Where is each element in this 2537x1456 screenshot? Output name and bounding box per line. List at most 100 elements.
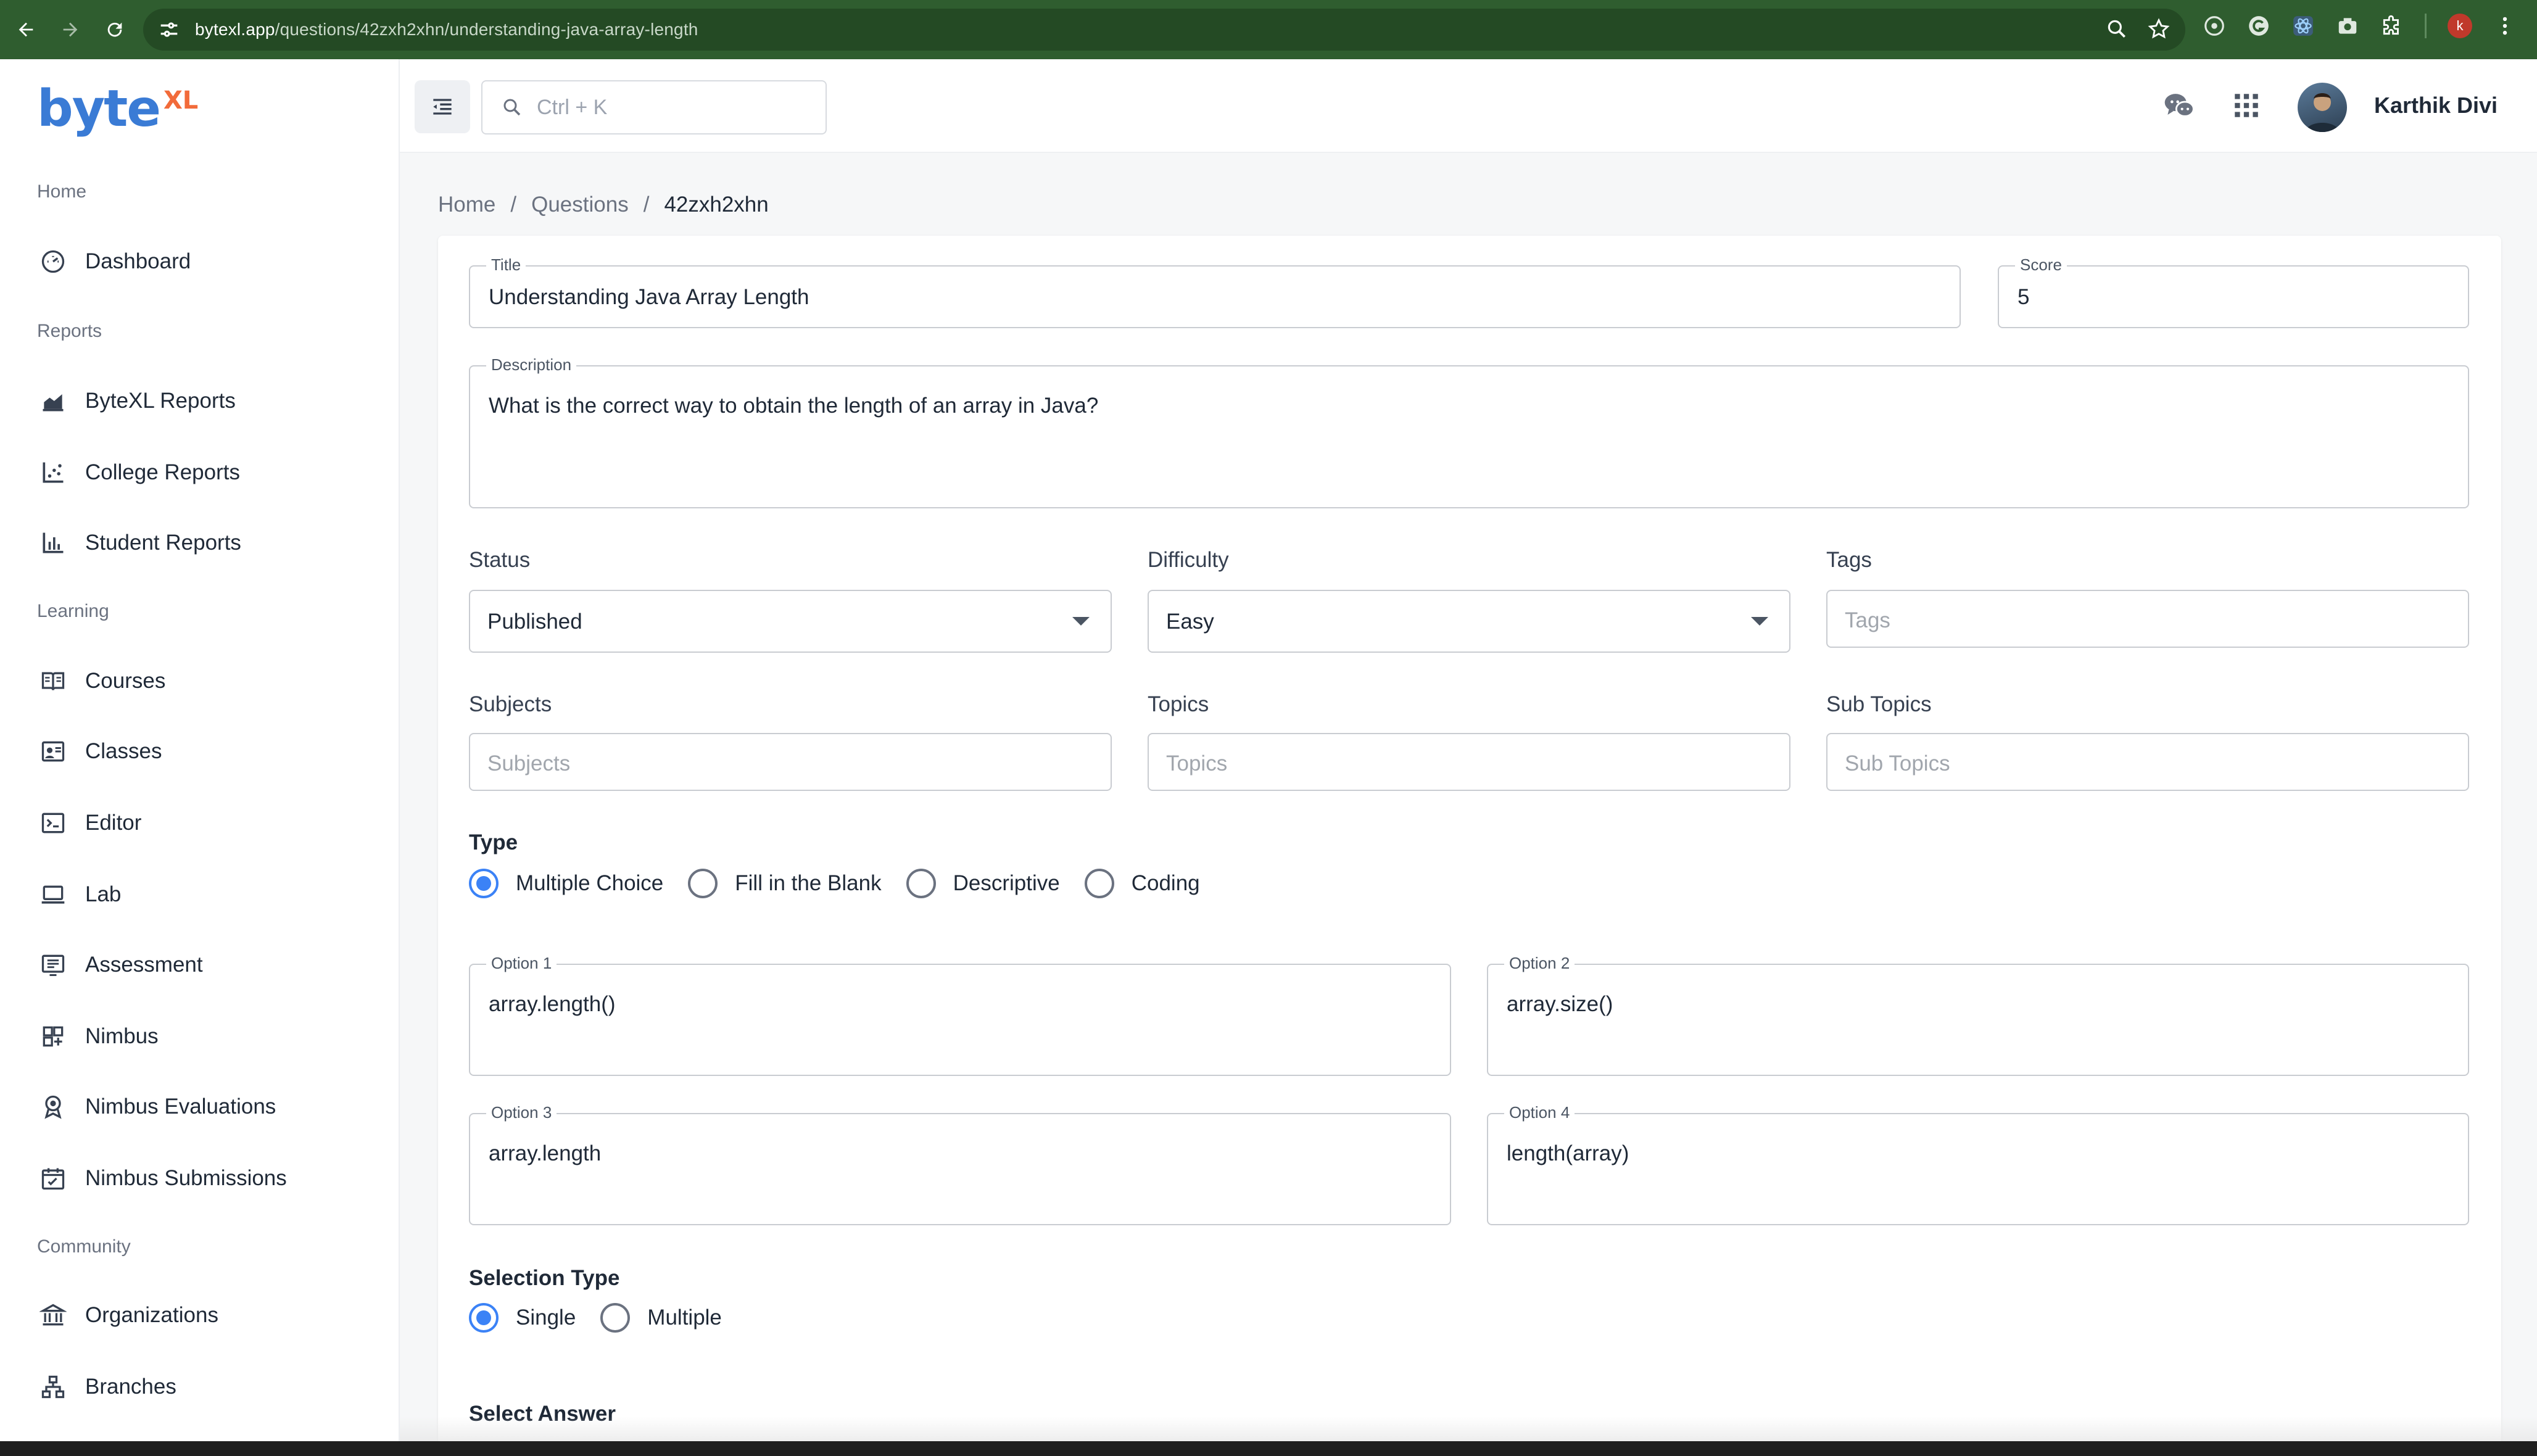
score-field[interactable]: Score 5: [1998, 255, 2469, 328]
option-1-field[interactable]: Option 1 array.length(): [469, 954, 1451, 1076]
sidebar-item-label: Dashboard: [85, 249, 191, 273]
difficulty-label: Difficulty: [1148, 548, 1229, 572]
radio-label: Single: [516, 1305, 576, 1330]
radio-label: Multiple Choice: [516, 871, 664, 895]
grammarly-icon[interactable]: [2247, 14, 2270, 38]
avatar[interactable]: [2298, 83, 2347, 132]
radio-checked-icon[interactable]: [469, 869, 499, 898]
badge-icon: [44, 1095, 62, 1119]
sidebar-item-label: College Reports: [85, 460, 240, 484]
subtopics-input[interactable]: Sub Topics: [1826, 733, 2469, 791]
react-devtools-icon[interactable]: [2291, 14, 2315, 38]
search-placeholder: Ctrl + K: [537, 95, 608, 119]
status-select[interactable]: Published: [469, 590, 1112, 653]
sidebar-item-bytexl-reports[interactable]: ByteXL Reports: [39, 383, 236, 420]
subjects-label: Subjects: [469, 692, 552, 716]
more-vert-icon[interactable]: [2493, 14, 2517, 38]
site-settings-icon[interactable]: [157, 17, 181, 42]
type-option-descriptive[interactable]: Descriptive: [906, 869, 1060, 898]
apps-grid-icon[interactable]: [2231, 90, 2262, 121]
difficulty-select[interactable]: Easy: [1148, 590, 1790, 653]
radio-label: Multiple: [647, 1305, 722, 1330]
title-field[interactable]: Title Understanding Java Array Length: [469, 255, 1961, 328]
radio-checked-icon[interactable]: [469, 1303, 499, 1333]
type-label: Type: [469, 830, 518, 854]
search-icon: [503, 99, 521, 116]
topics-input[interactable]: Topics: [1148, 733, 1790, 791]
user-name[interactable]: Karthik Divi: [2374, 93, 2498, 118]
chevron-down-icon: [1072, 617, 1090, 626]
type-option-fill-in-the-blank[interactable]: Fill in the Blank: [688, 869, 882, 898]
status-value: Published: [487, 610, 582, 634]
search-input[interactable]: Ctrl + K: [481, 80, 827, 134]
radio-unchecked-icon[interactable]: [688, 869, 718, 898]
toolbar-separator: [2425, 14, 2427, 38]
sidebar-item-student-reports[interactable]: Student Reports: [39, 524, 241, 561]
address-bar[interactable]: bytexl.app/questions/42zxh2xhn/understan…: [143, 9, 2185, 51]
type-option-coding[interactable]: Coding: [1084, 869, 1200, 898]
subjects-input[interactable]: Subjects: [469, 733, 1112, 791]
sidebar-item-dashboard[interactable]: Dashboard: [39, 243, 191, 280]
type-option-multiple-choice[interactable]: Multiple Choice: [469, 869, 663, 898]
sidebar-section-community: Community: [37, 1236, 131, 1257]
sidebar-item-label: Editor: [85, 811, 142, 835]
grid-icon: [43, 1026, 64, 1047]
option-3-field[interactable]: Option 3 array.length: [469, 1103, 1451, 1225]
radio-unchecked-icon[interactable]: [1084, 869, 1114, 898]
option-2-field[interactable]: Option 2 array.size(): [1487, 954, 2469, 1076]
sidebar-item-courses[interactable]: Courses: [39, 663, 165, 700]
tags-input[interactable]: Tags: [1826, 590, 2469, 648]
breadcrumb-separator: /: [643, 192, 650, 217]
assessment-icon: [41, 954, 65, 976]
sidebar-item-nimbus[interactable]: Nimbus: [39, 1018, 159, 1055]
bookmark-star-icon[interactable]: [2147, 17, 2171, 41]
sidebar-item-organizations[interactable]: Organizations: [39, 1297, 218, 1334]
sidebar-item-nimbus-submissions[interactable]: Nimbus Submissions: [39, 1160, 287, 1197]
sidebar-item-label: Assessment: [85, 953, 203, 977]
app-header: Ctrl + K Karthik Divi: [400, 59, 2537, 153]
sidebar-item-college-reports[interactable]: College Reports: [39, 454, 240, 491]
extension-circle-icon[interactable]: [2203, 14, 2226, 38]
forward-button[interactable]: [52, 11, 89, 48]
sidebar-item-assessment[interactable]: Assessment: [39, 946, 203, 983]
reload-icon: [107, 22, 122, 37]
puzzle-extensions-icon[interactable]: [2380, 14, 2404, 38]
radio-unchecked-icon[interactable]: [600, 1303, 631, 1333]
bytexl-logo[interactable]: byte XL: [37, 84, 198, 146]
breadcrumb-separator: /: [510, 192, 517, 217]
selection-type-single[interactable]: Single: [469, 1303, 576, 1333]
sidebar-item-label: Classes: [85, 739, 162, 763]
sidebar-item-editor[interactable]: Editor: [39, 805, 141, 842]
option-4-field[interactable]: Option 4 length(array): [1487, 1103, 2469, 1225]
radio-label: Coding: [1131, 871, 1200, 895]
sidebar-item-branches[interactable]: Branches: [39, 1368, 176, 1405]
browser-profile-avatar[interactable]: k: [2448, 14, 2472, 38]
sidebar-item-classes[interactable]: Classes: [39, 733, 162, 770]
sidebar-item-label: Nimbus Submissions: [85, 1166, 287, 1190]
radio-unchecked-icon[interactable]: [906, 869, 936, 898]
zoom-icon[interactable]: [2105, 17, 2129, 41]
sidebar-toggle-button[interactable]: [415, 80, 470, 133]
sidebar-item-lab[interactable]: Lab: [39, 876, 121, 913]
reload-button[interactable]: [96, 11, 133, 48]
sidebar-item-nimbus-evaluations[interactable]: Nimbus Evaluations: [39, 1088, 276, 1125]
sidebar-item-label: ByteXL Reports: [85, 389, 236, 413]
radio-label: Descriptive: [953, 871, 1060, 895]
selection-type-multiple[interactable]: Multiple: [600, 1303, 722, 1333]
breadcrumb-questions[interactable]: Questions: [531, 192, 629, 217]
camera-icon[interactable]: [2336, 14, 2359, 38]
breadcrumb-current: 42zxh2xhn: [664, 192, 769, 217]
chat-icon[interactable]: [2161, 89, 2198, 123]
sidebar-section-learning: Learning: [37, 601, 109, 621]
breadcrumb-home[interactable]: Home: [438, 192, 495, 217]
option-label: Option 4: [1504, 1103, 1575, 1122]
option-value: array.size(): [1507, 992, 1613, 1016]
url-host: bytexl.app: [195, 20, 275, 39]
topics-label: Topics: [1148, 692, 1209, 716]
hierarchy-icon: [41, 1375, 65, 1399]
description-field[interactable]: Description What is the correct way to o…: [469, 355, 2469, 508]
sidebar-item-label: Courses: [85, 669, 166, 693]
scroll-fade: [400, 1417, 2537, 1441]
description-value: What is the correct way to obtain the le…: [489, 394, 1099, 418]
back-button[interactable]: [7, 11, 44, 48]
